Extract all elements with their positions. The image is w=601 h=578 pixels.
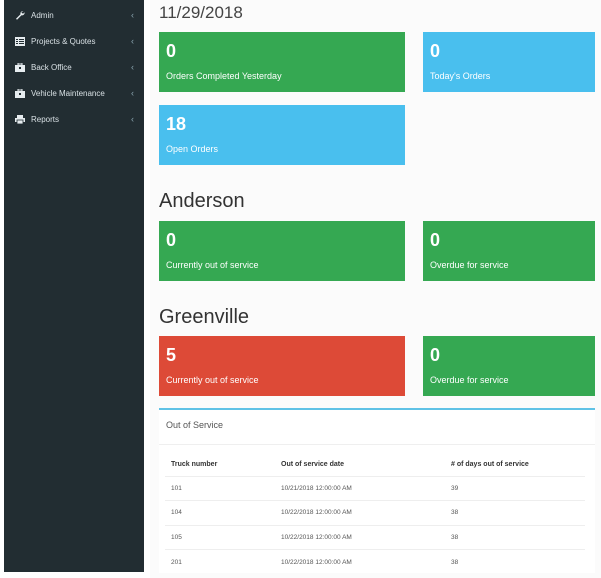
greenville-overdue-tile[interactable]: 0 Overdue for service bbox=[423, 336, 595, 396]
tile-value: 0 bbox=[166, 230, 177, 250]
cell-days-out: 38 bbox=[445, 500, 585, 525]
tile-label: Currently out of service bbox=[166, 375, 259, 385]
cell-truck-number: 101 bbox=[165, 475, 275, 501]
column-header-days-out-of-service[interactable]: # of days out of service bbox=[445, 454, 585, 476]
sidebar-item-label: Reports bbox=[31, 114, 60, 124]
chevron-left-icon: ‹ bbox=[131, 36, 134, 46]
cell-days-out: 38 bbox=[445, 524, 585, 550]
cell-truck-number: 201 bbox=[165, 549, 275, 574]
briefcase-icon bbox=[14, 62, 26, 72]
sidebar-item-admin[interactable]: Admin ‹ bbox=[4, 2, 144, 28]
table-row[interactable]: 201 10/22/2018 12:00:00 AM 38 bbox=[165, 549, 585, 574]
cell-days-out: 38 bbox=[445, 549, 585, 574]
cell-out-of-service-date: 10/21/2018 12:00:00 AM bbox=[275, 475, 445, 501]
sidebar-item-label: Admin bbox=[31, 10, 54, 20]
table-row[interactable]: 101 10/21/2018 12:00:00 AM 39 bbox=[165, 475, 585, 501]
print-icon bbox=[14, 114, 26, 124]
chevron-left-icon: ‹ bbox=[131, 114, 134, 124]
tile-label: Currently out of service bbox=[166, 260, 259, 270]
chevron-left-icon: ‹ bbox=[131, 10, 134, 20]
orders-completed-yesterday-tile[interactable]: 0 Orders Completed Yesterday bbox=[159, 32, 405, 92]
tile-label: Overdue for service bbox=[430, 375, 509, 385]
tile-value: 18 bbox=[166, 114, 187, 134]
cell-truck-number: 105 bbox=[165, 524, 275, 550]
cell-out-of-service-date: 10/22/2018 12:00:00 AM bbox=[275, 549, 445, 574]
sidebar-item-label: Back Office bbox=[31, 62, 72, 72]
anderson-overdue-tile[interactable]: 0 Overdue for service bbox=[423, 221, 595, 281]
sidebar-item-reports[interactable]: Reports ‹ bbox=[4, 106, 144, 132]
cell-out-of-service-date: 10/22/2018 12:00:00 AM bbox=[275, 524, 445, 550]
cell-truck-number: 104 bbox=[165, 500, 275, 525]
tile-label: Open Orders bbox=[166, 144, 219, 154]
sidebar-item-projects-quotes[interactable]: Projects & Quotes ‹ bbox=[4, 28, 144, 54]
panel-title: Out of Service bbox=[166, 420, 224, 430]
cell-days-out: 39 bbox=[445, 475, 585, 501]
tile-label: Today's Orders bbox=[430, 71, 491, 81]
main-content: 11/29/2018 0 Orders Completed Yesterday … bbox=[150, 0, 601, 578]
out-of-service-table: Truck number Out of service date # of da… bbox=[165, 454, 585, 574]
tile-label: Overdue for service bbox=[430, 260, 509, 270]
tile-value: 0 bbox=[430, 41, 441, 61]
tile-value: 0 bbox=[430, 345, 441, 365]
column-header-truck-number[interactable]: Truck number bbox=[165, 454, 275, 476]
out-of-service-panel: Out of Service Truck number Out of servi… bbox=[159, 408, 595, 574]
sidebar-item-back-office[interactable]: Back Office ‹ bbox=[4, 54, 144, 80]
todays-orders-tile[interactable]: 0 Today's Orders bbox=[423, 32, 595, 92]
sidebar-item-label: Vehicle Maintenance bbox=[31, 88, 105, 98]
tile-value: 0 bbox=[430, 230, 441, 250]
tile-value: 0 bbox=[166, 41, 177, 61]
sidebar-item-vehicle-maintenance[interactable]: Vehicle Maintenance ‹ bbox=[4, 80, 144, 106]
table-row[interactable]: 104 10/22/2018 12:00:00 AM 38 bbox=[165, 500, 585, 525]
wrench-icon bbox=[14, 10, 26, 20]
sidebar-item-label: Projects & Quotes bbox=[31, 36, 96, 46]
column-header-out-of-service-date[interactable]: Out of service date bbox=[275, 454, 445, 476]
list-icon bbox=[14, 36, 26, 46]
briefcase-icon bbox=[14, 88, 26, 98]
page-date: 11/29/2018 bbox=[159, 3, 243, 22]
table-header-row: Truck number Out of service date # of da… bbox=[165, 454, 585, 476]
tile-label: Orders Completed Yesterday bbox=[166, 71, 282, 81]
divider bbox=[159, 444, 595, 445]
table-row[interactable]: 105 10/22/2018 12:00:00 AM 38 bbox=[165, 524, 585, 550]
anderson-out-of-service-tile[interactable]: 0 Currently out of service bbox=[159, 221, 405, 281]
section-title-greenville: Greenville bbox=[159, 306, 250, 328]
sidebar: Admin ‹ Projects & Quotes ‹ Back Office … bbox=[4, 0, 144, 572]
section-title-anderson: Anderson bbox=[159, 190, 245, 212]
greenville-out-of-service-tile[interactable]: 5 Currently out of service bbox=[159, 336, 405, 396]
tile-value: 5 bbox=[166, 345, 177, 365]
open-orders-tile[interactable]: 18 Open Orders bbox=[159, 105, 405, 165]
chevron-left-icon: ‹ bbox=[131, 62, 134, 72]
cell-out-of-service-date: 10/22/2018 12:00:00 AM bbox=[275, 500, 445, 525]
chevron-left-icon: ‹ bbox=[131, 88, 134, 98]
